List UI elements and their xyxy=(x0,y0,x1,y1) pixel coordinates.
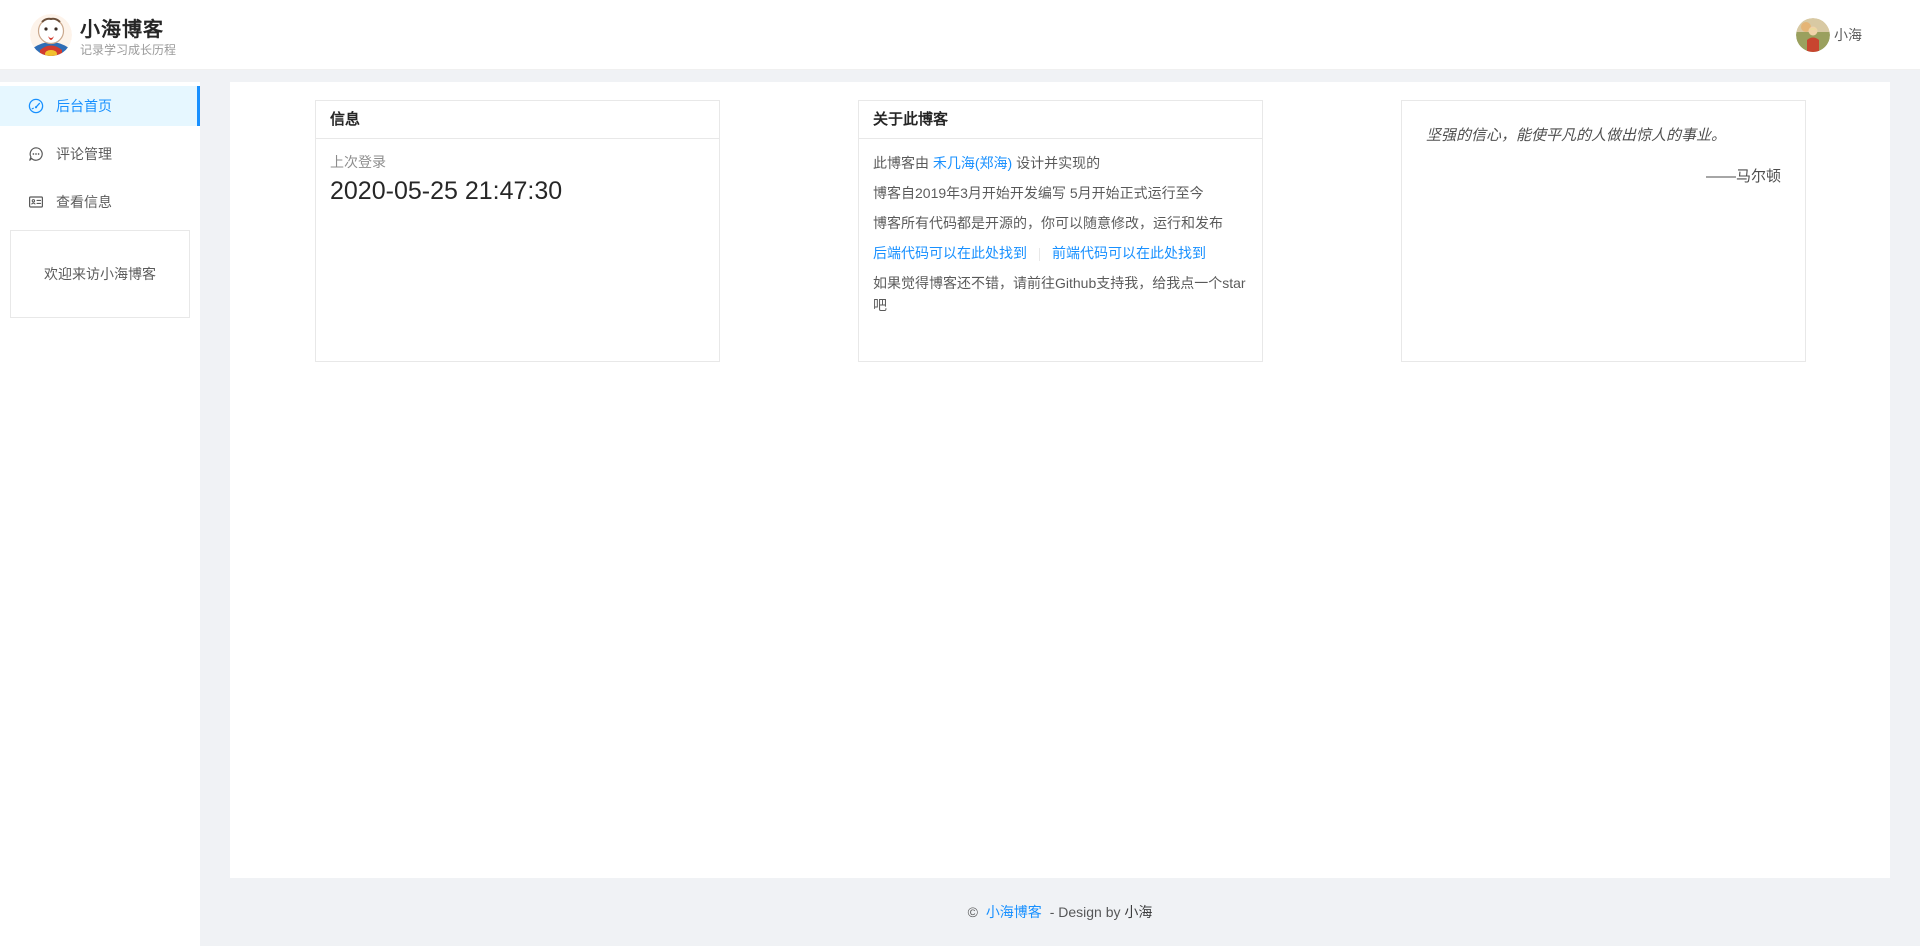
site-title: 小海博客 xyxy=(80,13,164,42)
about-line-opensource: 博客所有代码都是开源的，你可以随意修改，运行和发布 xyxy=(873,212,1248,234)
about-line-author: 此博客由 禾几海(郑海) 设计并实现的 xyxy=(873,152,1248,174)
backend-code-link[interactable]: 后端代码可以在此处找到 xyxy=(873,245,1027,261)
quote-card: 坚强的信心，能使平凡的人做出惊人的事业。 ——马尔顿 xyxy=(1401,100,1806,362)
about-card: 关于此博客 此博客由 禾几海(郑海) 设计并实现的 博客自2019年3月开始开发… xyxy=(858,100,1263,362)
main-content: 信息 上次登录 2020-05-25 21:47:30 关于此博客 此博客由 禾… xyxy=(230,82,1890,878)
last-login-value: 2020-05-25 21:47:30 xyxy=(330,177,705,206)
last-login-label: 上次登录 xyxy=(330,152,705,172)
comment-icon xyxy=(28,146,44,162)
vertical-divider xyxy=(1039,248,1040,261)
about-line-links: 后端代码可以在此处找到 前端代码可以在此处找到 xyxy=(873,242,1248,264)
info-card-title: 信息 xyxy=(316,101,719,139)
dashboard-icon xyxy=(28,98,44,114)
welcome-card: 欢迎来访小海博客 xyxy=(10,230,190,318)
info-card: 信息 上次登录 2020-05-25 21:47:30 xyxy=(315,100,720,362)
sidebar-menu: 后台首页 评论管理 查看信息 xyxy=(0,82,200,222)
welcome-text: 欢迎来访小海博客 xyxy=(44,264,156,284)
sidebar-item-dashboard[interactable]: 后台首页 xyxy=(0,86,200,126)
footer-site-link[interactable]: 小海博客 xyxy=(986,902,1042,922)
user-menu[interactable]: 小海 xyxy=(1796,0,1862,70)
sidebar-item-label: 后台首页 xyxy=(56,96,112,116)
sidebar-item-label: 查看信息 xyxy=(56,192,112,212)
cards-row: 信息 上次登录 2020-05-25 21:47:30 关于此博客 此博客由 禾… xyxy=(230,82,1890,362)
about-card-title: 关于此博客 xyxy=(859,101,1262,139)
about-line-star: 如果觉得博客还不错，请前往Github支持我，给我点一个star吧 xyxy=(873,272,1248,316)
sidebar-item-label: 评论管理 xyxy=(56,144,112,164)
quote-text: 坚强的信心，能使平凡的人做出惊人的事业。 xyxy=(1426,125,1781,147)
about-line-history: 博客自2019年3月开始开发编写 5月开始正式运行至今 xyxy=(873,182,1248,204)
logo-cartoon-icon xyxy=(30,14,72,56)
site-logo[interactable] xyxy=(30,14,72,56)
sidebar-item-profile[interactable]: 查看信息 xyxy=(0,182,200,222)
app-header: 小海博客 记录学习成长历程 小海 xyxy=(0,0,1920,70)
author-link[interactable]: 禾几海(郑海) xyxy=(933,155,1012,171)
sidebar-item-comments[interactable]: 评论管理 xyxy=(0,134,200,174)
idcard-icon xyxy=(28,194,44,210)
page-footer: © 小海博客 - Design by 小海 xyxy=(230,878,1890,946)
sidebar: 后台首页 评论管理 查看信息 xyxy=(0,82,200,946)
copyright-text: © xyxy=(968,904,982,920)
site-subtitle: 记录学习成长历程 xyxy=(80,41,176,58)
frontend-code-link[interactable]: 前端代码可以在此处找到 xyxy=(1052,245,1206,261)
designer-name: 小海 xyxy=(1124,902,1152,922)
quote-author: ——马尔顿 xyxy=(1426,165,1781,186)
user-name: 小海 xyxy=(1834,25,1862,45)
user-avatar xyxy=(1796,18,1830,52)
